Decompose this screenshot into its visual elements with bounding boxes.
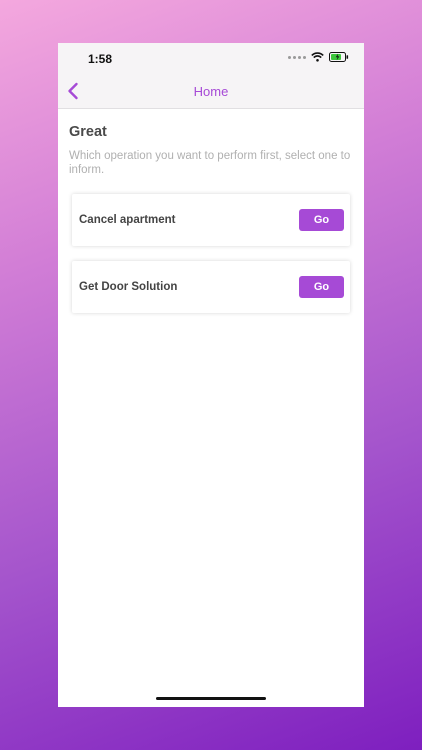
main-content: Great Which operation you want to perfor… xyxy=(58,124,364,313)
instruction-text: Which operation you want to perform firs… xyxy=(69,150,351,176)
navigation-bar: Home xyxy=(58,73,364,109)
signal-dots-icon xyxy=(288,55,306,59)
option-label: Cancel apartment xyxy=(79,214,176,226)
page-title: Home xyxy=(193,84,229,99)
option-card-door-solution: Get Door Solution Go xyxy=(72,261,350,313)
option-label: Get Door Solution xyxy=(79,281,178,293)
status-time: 1:58 xyxy=(88,52,113,66)
battery-charging-icon xyxy=(329,52,349,62)
status-bar: 1:58 xyxy=(58,43,364,73)
go-button-cancel-apartment[interactable]: Go xyxy=(299,209,344,231)
status-icons xyxy=(288,52,349,62)
wifi-icon xyxy=(311,52,324,62)
phone-screen: 1:58 Home Great Which operation you want… xyxy=(58,43,364,707)
section-heading: Great xyxy=(69,124,107,140)
home-indicator xyxy=(156,697,266,700)
go-button-door-solution[interactable]: Go xyxy=(299,276,344,298)
option-card-cancel-apartment: Cancel apartment Go xyxy=(72,194,350,246)
